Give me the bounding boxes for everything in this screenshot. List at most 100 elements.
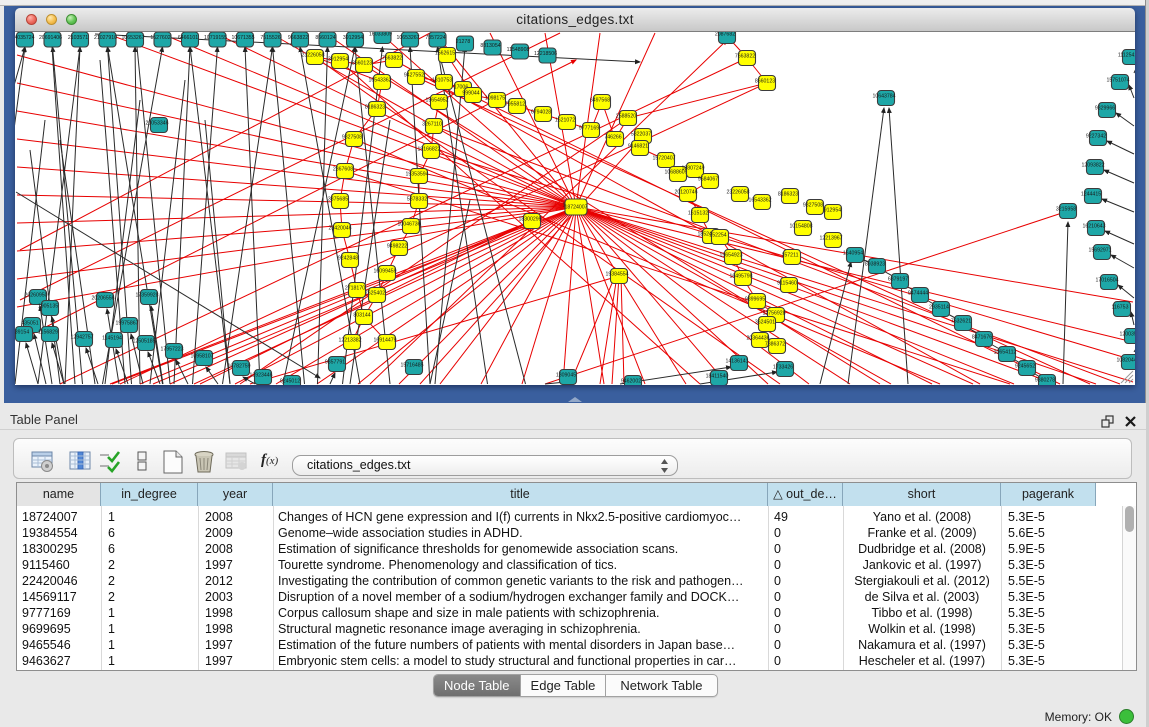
svg-text:9327508: 9327508 (803, 203, 823, 209)
svg-text:7357224: 7357224 (425, 35, 445, 41)
svg-text:16495798: 16495798 (729, 274, 752, 280)
svg-text:1615132: 1615132 (688, 211, 708, 217)
svg-text:116753: 116753 (1112, 305, 1129, 311)
svg-text:3215958: 3215958 (1056, 207, 1076, 213)
svg-text:7663822: 7663822 (382, 56, 402, 62)
svg-text:18300295: 18300295 (518, 217, 541, 223)
svg-text:8471676: 8471676 (972, 335, 992, 341)
svg-text:9146821: 9146821 (628, 144, 648, 150)
svg-text:9663822: 9663822 (288, 35, 308, 41)
svg-text:1810753: 1810753 (432, 78, 452, 84)
svg-text:26260950: 26260950 (24, 293, 47, 299)
svg-text:157211: 157211 (782, 253, 799, 259)
svg-text:8660123: 8660123 (755, 79, 775, 85)
svg-text:16543362: 16543362 (368, 78, 391, 84)
svg-text:746266: 746266 (604, 135, 621, 141)
svg-text:10154808: 10154808 (789, 224, 812, 230)
svg-text:3267110: 3267110 (422, 122, 442, 128)
svg-text:20206556: 20206556 (91, 296, 114, 302)
svg-text:12213967: 12213967 (819, 236, 842, 242)
svg-text:16033809: 16033809 (369, 32, 392, 38)
svg-text:21027910: 21027910 (94, 35, 117, 41)
svg-text:10653267: 10653267 (396, 35, 419, 41)
svg-text:9498222: 9498222 (387, 244, 407, 250)
svg-text:23420046: 23420046 (328, 226, 351, 232)
svg-text:8660124: 8660124 (315, 35, 335, 41)
svg-text:8186323: 8186323 (778, 192, 798, 198)
svg-text:6879197: 6879197 (888, 277, 908, 283)
svg-text:20053346: 20053346 (145, 121, 168, 127)
svg-text:435051: 435051 (21, 321, 38, 327)
svg-text:9380278: 9380278 (1035, 378, 1055, 384)
svg-text:20691406: 20691406 (39, 35, 62, 41)
svg-text:2935114: 2935114 (929, 305, 949, 311)
svg-text:23226058: 23226058 (301, 53, 324, 59)
svg-text:6497568: 6497568 (590, 98, 610, 104)
svg-text:9427552: 9427552 (404, 73, 424, 79)
svg-text:16210643: 16210643 (1082, 224, 1105, 230)
svg-text:9245012: 9245012 (280, 379, 300, 385)
svg-text:10958107: 10958107 (190, 354, 213, 360)
svg-text:21278: 21278 (456, 39, 471, 45)
svg-text:3912954: 3912954 (343, 35, 363, 41)
svg-text:1309045: 1309045 (556, 373, 576, 379)
svg-text:1733426: 1733426 (773, 365, 793, 371)
svg-text:11548908: 11548908 (507, 47, 530, 53)
svg-text:9245652: 9245652 (1015, 364, 1035, 370)
svg-text:14136141: 14136141 (725, 359, 748, 365)
svg-text:8938923: 8938923 (865, 262, 885, 268)
svg-text:1621072: 1621072 (555, 118, 575, 124)
svg-text:2367608: 2367608 (333, 167, 353, 173)
svg-text:3912954: 3912954 (328, 57, 348, 63)
svg-text:1244415: 1244415 (1081, 192, 1101, 198)
svg-text:7632621: 7632621 (951, 319, 971, 325)
svg-text:12923446: 12923446 (249, 373, 272, 379)
svg-text:18807249: 18807249 (681, 166, 704, 172)
svg-text:252254: 252254 (709, 233, 726, 239)
svg-text:9857791: 9857791 (325, 360, 345, 366)
svg-text:6466101: 6466101 (178, 35, 198, 41)
svg-text:16782759: 16782759 (227, 364, 250, 370)
svg-text:9227342: 9227342 (1086, 134, 1106, 140)
svg-text:8660123: 8660123 (352, 61, 372, 67)
svg-text:18411540: 18411540 (706, 374, 729, 380)
svg-text:12505185: 12505185 (132, 339, 155, 345)
svg-text:9899695: 9899695 (745, 297, 765, 303)
svg-text:19384554: 19384554 (605, 272, 628, 278)
svg-text:12756928: 12756928 (762, 311, 785, 317)
svg-text:9327508: 9327508 (342, 135, 362, 141)
svg-text:5878332: 5878332 (407, 197, 427, 203)
svg-text:1098175: 1098175 (485, 96, 505, 102)
svg-text:10719155: 10719155 (204, 35, 227, 41)
svg-text:12213382: 12213382 (338, 338, 361, 344)
svg-text:9115460: 9115460 (777, 281, 797, 287)
svg-text:1156829: 1156829 (38, 330, 58, 336)
svg-text:11125419: 11125419 (1118, 53, 1135, 59)
svg-text:803144: 803144 (353, 313, 370, 319)
svg-text:2087682: 2087682 (715, 32, 735, 38)
svg-text:7515526: 7515526 (260, 35, 280, 41)
svg-text:19166822: 19166822 (417, 147, 440, 153)
svg-text:16099459: 16099459 (373, 269, 396, 275)
svg-text:7625402: 7625402 (365, 291, 385, 297)
svg-text:19975867: 19975867 (115, 321, 138, 327)
svg-text:1527602: 1527602 (150, 35, 170, 41)
svg-text:1640954: 1640954 (843, 251, 863, 257)
svg-text:10671355: 10671355 (231, 35, 254, 41)
svg-text:5322037: 5322037 (631, 132, 651, 138)
svg-text:17957223: 17957223 (160, 347, 183, 353)
svg-text:39154: 39154 (15, 330, 29, 336)
svg-text:6794028: 6794028 (531, 110, 551, 116)
svg-text:19654952: 19654952 (425, 98, 448, 104)
svg-text:2718170: 2718170 (345, 286, 365, 292)
svg-text:10654112: 10654112 (994, 350, 1017, 356)
svg-text:16543362: 16543362 (748, 198, 771, 204)
svg-text:9462002: 9462002 (621, 379, 641, 385)
svg-text:23226058: 23226058 (726, 190, 749, 196)
svg-text:15716485: 15716485 (400, 363, 423, 369)
svg-text:15751074: 15751074 (1106, 78, 1129, 84)
svg-text:2588520: 2588520 (616, 114, 636, 120)
svg-text:19654923: 19654923 (719, 253, 742, 259)
svg-text:10046736: 10046736 (397, 222, 420, 228)
svg-text:12942757: 12942757 (70, 335, 93, 341)
